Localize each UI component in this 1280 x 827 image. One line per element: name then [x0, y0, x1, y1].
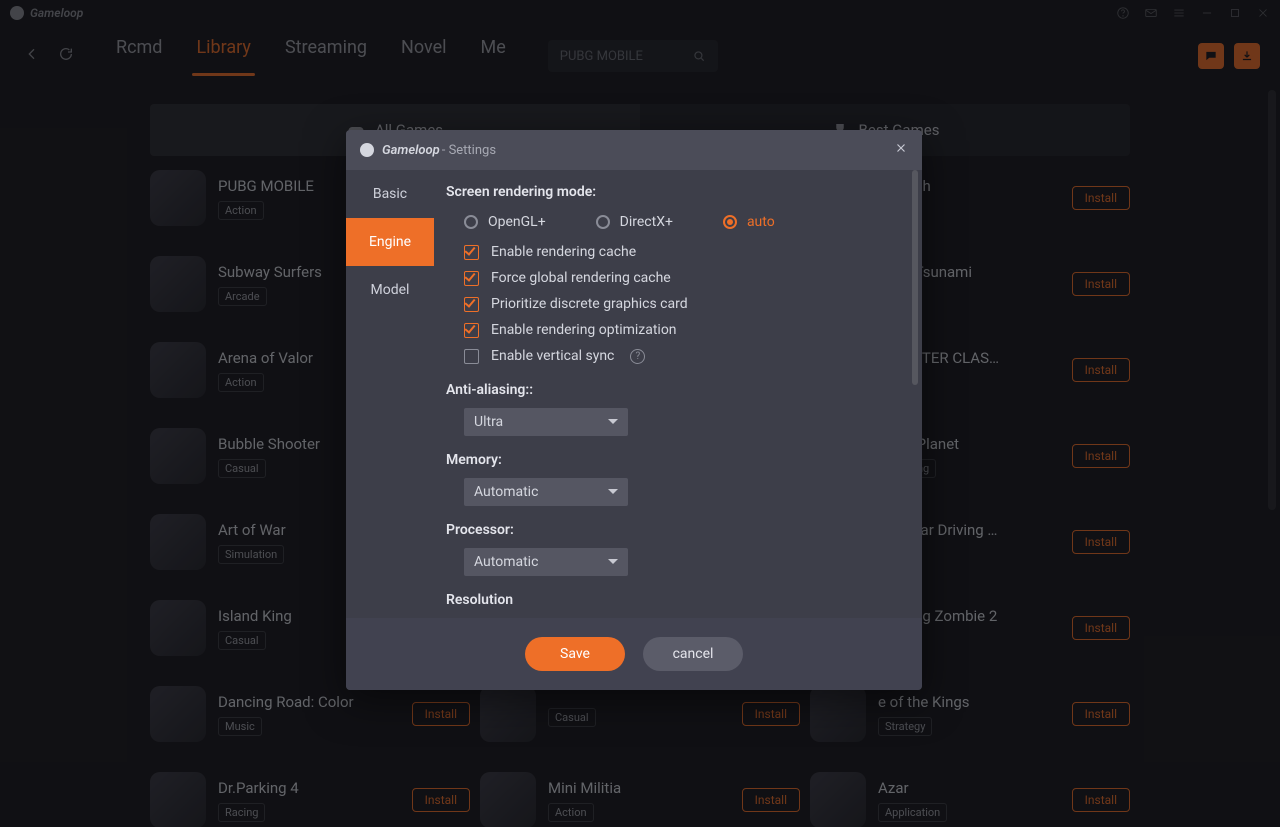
modal-subtitle: - Settings — [442, 143, 496, 158]
radio-auto[interactable]: auto — [723, 214, 775, 230]
checkbox-icon — [464, 245, 479, 260]
checkbox-label: Force global rendering cache — [491, 270, 671, 286]
cancel-button[interactable]: cancel — [643, 637, 743, 671]
checkbox-option[interactable]: Enable rendering optimization — [464, 322, 896, 338]
checkbox-icon — [464, 271, 479, 286]
resolution-label: Resolution — [446, 592, 896, 608]
radio-DirectX+[interactable]: DirectX+ — [596, 214, 673, 230]
processor-select[interactable]: Automatic — [464, 548, 628, 576]
radio-label: DirectX+ — [620, 214, 673, 230]
checkbox-label: Prioritize discrete graphics card — [491, 296, 688, 312]
modal-close-button[interactable] — [894, 141, 908, 159]
modal-scrollbar[interactable] — [912, 170, 918, 385]
radio-dot-icon — [596, 215, 610, 229]
checkbox-option[interactable]: Enable rendering cache — [464, 244, 896, 260]
help-icon[interactable]: ? — [630, 349, 645, 364]
screen-rendering-title: Screen rendering mode: — [446, 184, 896, 200]
modal-footer: Save cancel — [346, 618, 922, 690]
sidebar-item-engine[interactable]: Engine — [346, 218, 434, 266]
sidebar-item-model[interactable]: Model — [346, 266, 434, 314]
aa-label: Anti-aliasing:: — [446, 382, 896, 398]
radio-dot-icon — [723, 215, 737, 229]
checkbox-label: Enable rendering optimization — [491, 322, 677, 338]
modal-content: Screen rendering mode: OpenGL+ DirectX+ au… — [434, 170, 922, 618]
memory-label: Memory: — [446, 452, 896, 468]
radio-label: auto — [747, 214, 775, 230]
save-button[interactable]: Save — [525, 637, 625, 671]
radio-dot-icon — [464, 215, 478, 229]
aa-select[interactable]: Ultra — [464, 408, 628, 436]
aa-value: Ultra — [474, 414, 503, 430]
settings-modal: Gameloop - Settings Basic Engine Model S… — [346, 130, 922, 690]
radio-OpenGL+[interactable]: OpenGL+ — [464, 214, 546, 230]
checkbox-icon — [464, 297, 479, 312]
sidebar-item-basic[interactable]: Basic — [346, 170, 434, 218]
modal-titlebar: Gameloop - Settings — [346, 130, 922, 170]
checkbox-label: Enable vertical sync — [491, 348, 614, 364]
checkbox-label: Enable rendering cache — [491, 244, 636, 260]
memory-value: Automatic — [474, 484, 538, 500]
processor-label: Processor: — [446, 522, 896, 538]
checkbox-option[interactable]: Enable vertical sync? — [464, 348, 896, 364]
modal-sidebar: Basic Engine Model — [346, 170, 434, 618]
modal-brand: Gameloop — [382, 143, 440, 158]
checkbox-icon — [464, 323, 479, 338]
processor-value: Automatic — [474, 554, 538, 570]
radio-label: OpenGL+ — [488, 214, 546, 230]
checkbox-option[interactable]: Force global rendering cache — [464, 270, 896, 286]
memory-select[interactable]: Automatic — [464, 478, 628, 506]
modal-logo-icon — [360, 143, 374, 157]
checkbox-option[interactable]: Prioritize discrete graphics card — [464, 296, 896, 312]
checkbox-icon — [464, 349, 479, 364]
